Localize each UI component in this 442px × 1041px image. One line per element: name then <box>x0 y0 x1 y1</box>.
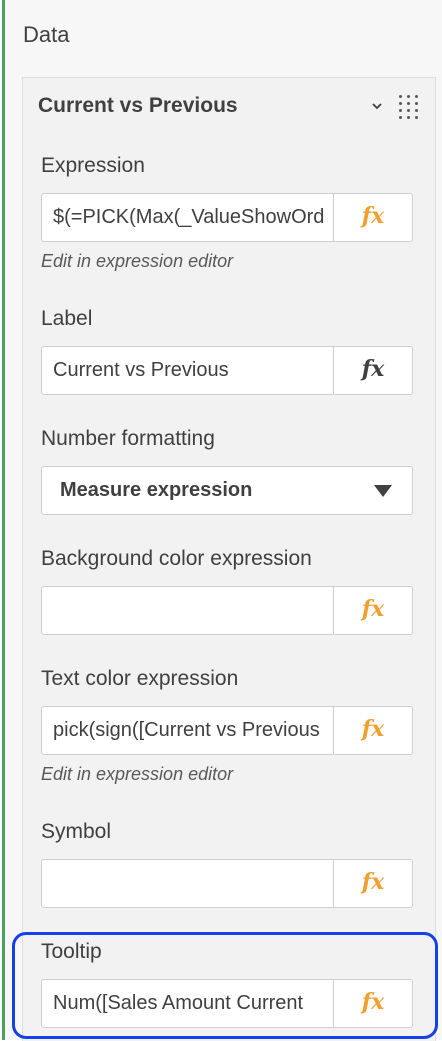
background-color-field: fx <box>41 586 413 635</box>
measure-card: Current vs Previous Expression $(=PICK(M… <box>22 77 436 1041</box>
caret-down-icon <box>374 485 392 497</box>
expression-field: $(=PICK(Max(_ValueShowOrder), fx <box>41 193 413 242</box>
number-formatting-select[interactable]: Measure expression <box>41 466 413 515</box>
background-color-fx-button[interactable]: fx <box>333 587 412 634</box>
symbol-fx-button[interactable]: fx <box>333 860 412 907</box>
label-field: Current vs Previous fx <box>41 346 413 395</box>
chevron-down-icon[interactable] <box>371 100 383 112</box>
expression-label: Expression <box>41 154 145 177</box>
card-title[interactable]: Current vs Previous <box>38 94 238 118</box>
expression-edit-link[interactable]: Edit in expression editor <box>41 251 233 272</box>
number-formatting-value: Measure expression <box>60 479 253 501</box>
section-header[interactable]: Data <box>5 0 442 72</box>
background-color-label: Background color expression <box>41 547 312 570</box>
text-color-fx-button[interactable]: fx <box>333 707 412 754</box>
text-color-label: Text color expression <box>41 667 239 690</box>
symbol-field: fx <box>41 859 413 908</box>
symbol-label: Symbol <box>41 820 112 843</box>
expression-fx-button[interactable]: fx <box>333 194 412 241</box>
number-formatting-label: Number formatting <box>41 427 215 450</box>
text-color-field: pick(sign([Current vs Previous fx <box>41 706 413 755</box>
label-field-label: Label <box>41 307 93 330</box>
label-input[interactable]: Current vs Previous <box>53 347 325 394</box>
symbol-input[interactable] <box>53 860 325 907</box>
tooltip-highlight-outline <box>12 932 438 1039</box>
section-title: Data <box>23 22 70 47</box>
expression-input[interactable]: $(=PICK(Max(_ValueShowOrder), <box>53 194 325 241</box>
drag-handle-icon[interactable] <box>399 95 419 119</box>
text-color-input[interactable]: pick(sign([Current vs Previous <box>53 707 325 754</box>
label-fx-button[interactable]: fx <box>333 347 412 394</box>
background-color-input[interactable] <box>53 587 325 634</box>
text-color-edit-link[interactable]: Edit in expression editor <box>41 764 233 785</box>
